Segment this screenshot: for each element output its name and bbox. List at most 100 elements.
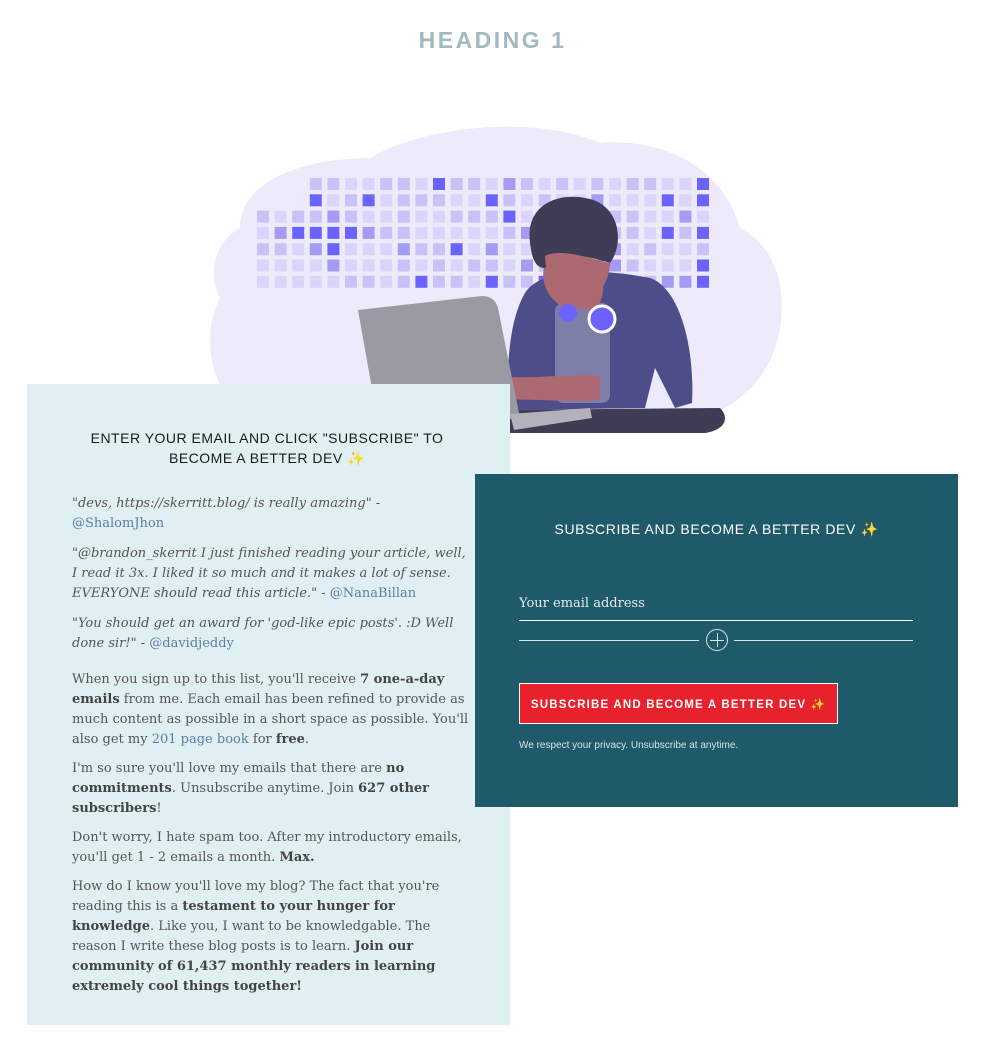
grid-cell — [362, 226, 375, 239]
grid-cell — [397, 243, 410, 256]
testimonial-author-link[interactable]: @NanaBillan — [330, 586, 416, 601]
grid-cell — [257, 243, 269, 256]
book-link[interactable]: 201 page book — [152, 732, 249, 747]
grid-cell — [697, 210, 709, 223]
grid-cell — [697, 275, 709, 288]
text-run: . — [304, 732, 309, 747]
grid-cell — [362, 178, 375, 190]
grid-cell — [380, 194, 393, 207]
grid-cell — [309, 243, 322, 256]
text-run: I'm so sure you'll love my emails that t… — [72, 761, 387, 776]
grid-cell — [679, 243, 692, 256]
grid-cell — [397, 194, 410, 207]
grid-cell — [345, 226, 357, 239]
grid-cell — [433, 243, 445, 256]
grid-cell — [573, 178, 586, 190]
text-run: Don't worry, I hate spam too. After my i… — [72, 830, 462, 865]
grid-cell — [345, 243, 357, 256]
subscribe-title: SUBSCRIBE AND BECOME A BETTER DEV ✨ — [475, 521, 958, 538]
grid-cell — [679, 226, 692, 239]
grid-cell — [292, 226, 305, 239]
testimonial: "@brandon_skerrit I just finished readin… — [72, 544, 472, 604]
grid-cell — [397, 178, 410, 190]
spam-paragraph: Don't worry, I hate spam too. After my i… — [72, 828, 472, 868]
grid-cell — [309, 259, 322, 272]
sparkles-icon: ✨ — [347, 451, 365, 467]
grid-cell — [450, 226, 463, 239]
testimonial-author-link[interactable]: @ShalomJhon — [72, 516, 164, 531]
grid-cell — [503, 243, 516, 256]
grid-cell — [538, 178, 551, 190]
grid-cell — [327, 178, 340, 190]
grid-cell — [468, 210, 481, 223]
testimonial-panel: ENTER YOUR EMAIL AND CLICK "SUBSCRIBE" T… — [27, 384, 510, 1025]
text-run: . Unsubscribe anytime. Join — [171, 781, 359, 796]
grid-cell — [257, 275, 269, 288]
emphasis: free — [275, 732, 305, 747]
sparkles-icon: ✨ — [810, 696, 827, 711]
grid-cell — [415, 226, 428, 239]
signup-description: When you sign up to this list, you'll re… — [72, 670, 472, 1006]
grid-cell — [679, 210, 692, 223]
grid-cell — [433, 194, 445, 207]
grid-cell — [450, 259, 463, 272]
subscribe-button[interactable]: SUBSCRIBE AND BECOME A BETTER DEV ✨ — [519, 683, 838, 724]
grid-cell — [626, 259, 639, 272]
grid-cell — [626, 226, 639, 239]
grid-cell — [327, 226, 340, 239]
grid-cell — [415, 275, 428, 288]
grid-cell — [309, 178, 322, 190]
grid-cell — [556, 178, 569, 190]
page-heading: HEADING 1 — [418, 27, 567, 53]
privacy-note: We respect your privacy. Unsubscribe at … — [519, 740, 739, 751]
testimonial-text: "devs, https://skerritt.blog/ is really … — [72, 496, 381, 511]
grid-cell — [380, 210, 393, 223]
grid-cell — [697, 259, 709, 272]
grid-cell — [468, 243, 481, 256]
grid-cell — [521, 210, 533, 223]
grid-cell — [274, 210, 287, 223]
grid-cell — [274, 243, 287, 256]
grid-cell — [503, 226, 516, 239]
testimonial: "You should get an award for 'god-like e… — [72, 614, 472, 654]
grid-cell — [345, 259, 357, 272]
grid-cell — [397, 259, 410, 272]
grid-cell — [661, 178, 674, 190]
subscribe-panel: SUBSCRIBE AND BECOME A BETTER DEV ✨ SUBS… — [475, 474, 958, 807]
grid-cell — [362, 275, 375, 288]
grid-cell — [609, 178, 621, 190]
grid-cell — [450, 210, 463, 223]
grid-cell — [433, 178, 445, 190]
grid-cell — [362, 259, 375, 272]
divider-line — [519, 640, 699, 641]
subscribe-button-label: SUBSCRIBE AND BECOME A BETTER DEV — [530, 698, 807, 711]
grid-cell — [327, 210, 340, 223]
grid-cell — [626, 243, 639, 256]
grid-cell — [327, 259, 340, 272]
grid-cell — [521, 259, 533, 272]
grid-cell — [362, 194, 375, 207]
grid-cell — [380, 243, 393, 256]
grid-cell — [644, 178, 657, 190]
grid-cell — [380, 178, 393, 190]
subscribe-title-text: SUBSCRIBE AND BECOME A BETTER DEV — [554, 521, 856, 537]
grid-cell — [485, 210, 498, 223]
grid-cell — [679, 194, 692, 207]
grid-cell — [644, 226, 657, 239]
testimonial-author-link[interactable]: @davidjeddy — [149, 636, 234, 651]
grid-cell — [485, 275, 498, 288]
crosshair-circle-icon — [706, 629, 728, 651]
email-input[interactable] — [519, 587, 913, 621]
grid-cell — [450, 275, 463, 288]
grid-cell — [327, 243, 340, 256]
text-run: When you sign up to this list, you'll re… — [72, 672, 361, 687]
grid-cell — [485, 226, 498, 239]
grid-cell — [697, 178, 709, 190]
grid-cell — [380, 226, 393, 239]
grid-cell — [485, 178, 498, 190]
grid-cell — [644, 194, 657, 207]
grid-cell — [679, 275, 692, 288]
grid-cell — [415, 243, 428, 256]
grid-cell — [309, 275, 322, 288]
grid-cell — [345, 275, 357, 288]
